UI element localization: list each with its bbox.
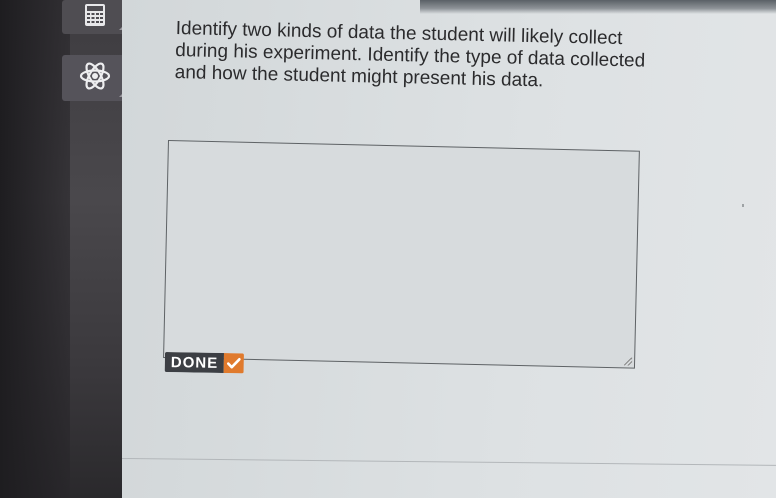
- calculator-tool-button[interactable]: [62, 0, 128, 34]
- top-strip: [420, 0, 776, 14]
- screen: Identify two kinds of data the student w…: [0, 0, 776, 498]
- tool-sidebar: [0, 0, 135, 498]
- resize-grip-icon[interactable]: [624, 357, 633, 366]
- calculator-icon: [83, 3, 107, 32]
- reference-tool-button[interactable]: [62, 55, 128, 101]
- answer-textarea[interactable]: [164, 141, 639, 368]
- screen-speck: [742, 204, 744, 207]
- checkmark-icon: [223, 353, 245, 374]
- answer-box[interactable]: [163, 140, 640, 369]
- done-button-label: DONE: [164, 352, 225, 374]
- screen-bezel: [0, 0, 70, 498]
- atom-icon: [78, 59, 112, 98]
- question-prompt: Identify two kinds of data the student w…: [174, 18, 646, 92]
- done-button[interactable]: DONE: [164, 352, 245, 374]
